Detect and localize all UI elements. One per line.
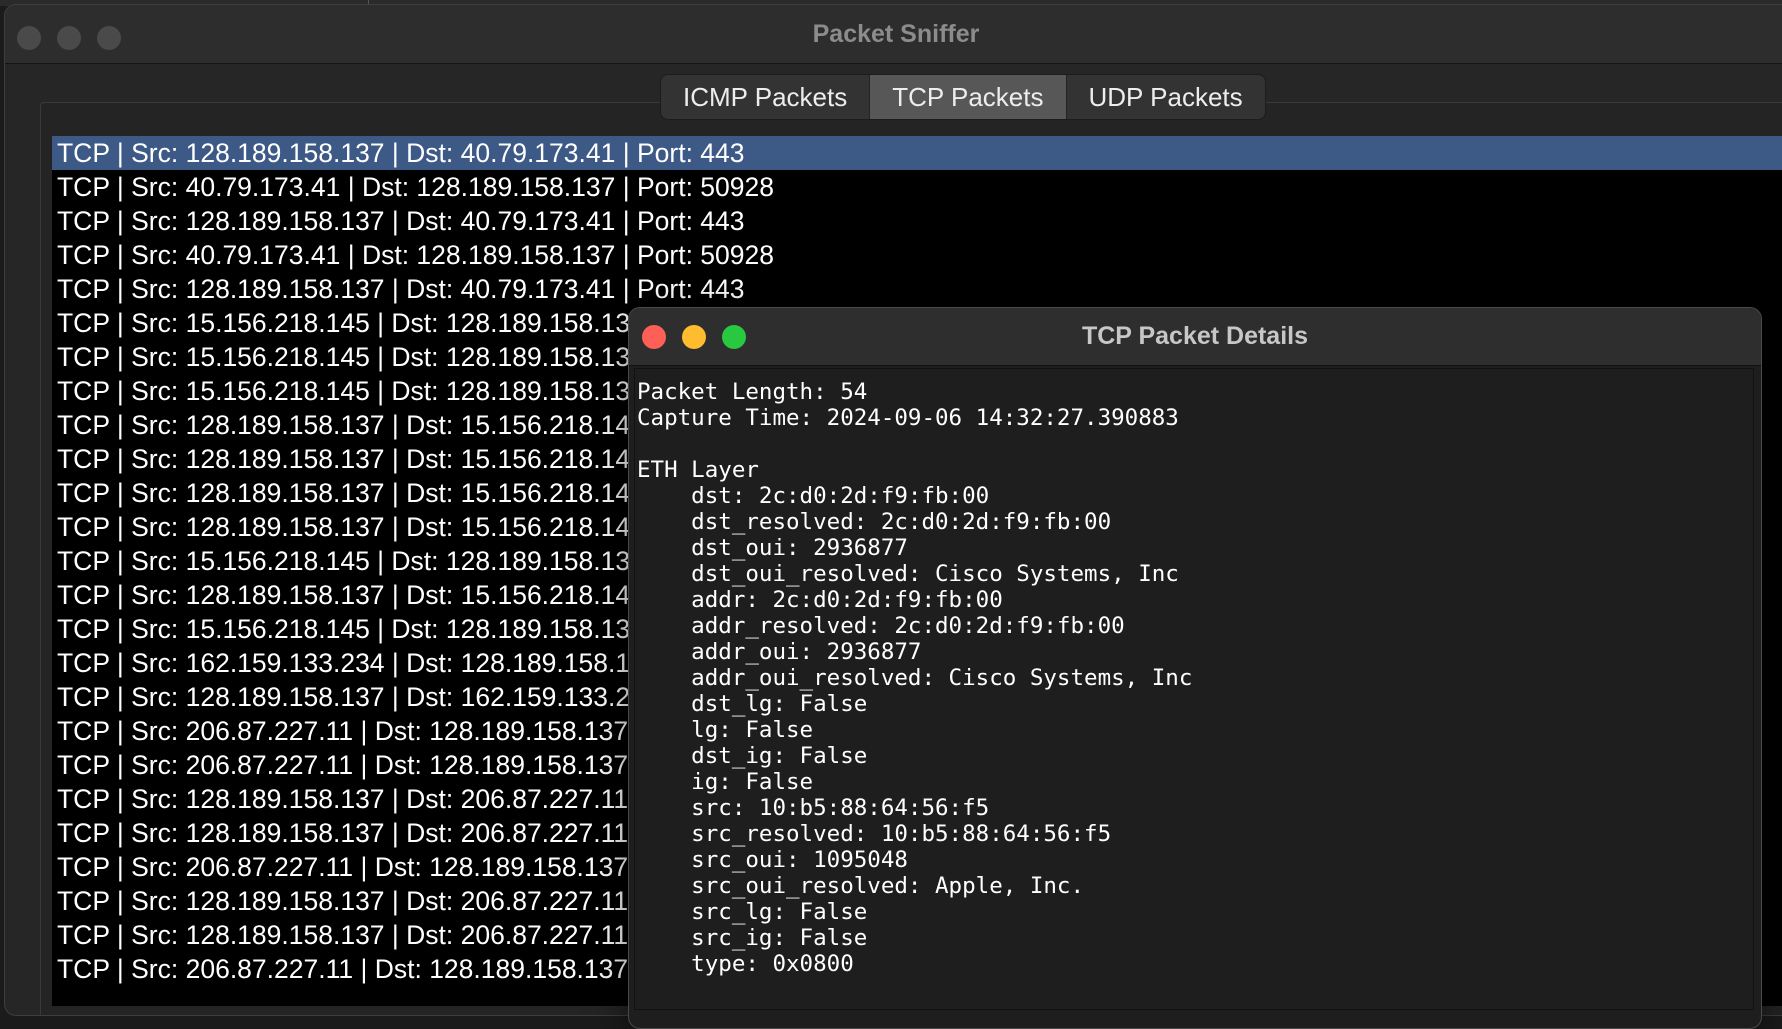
detail-line: src_lg: False [637, 899, 868, 925]
main-titlebar[interactable]: Packet Sniffer [5, 5, 1782, 64]
window-title: Packet Sniffer [812, 20, 980, 48]
packet-row[interactable]: TCP | Src: 40.79.173.41 | Dst: 128.189.1… [52, 170, 1782, 204]
detail-line: dst_oui: 2936877 [637, 535, 908, 561]
detail-line: src_resolved: 10:b5:88:64:56:f5 [637, 821, 1112, 847]
packet-details-text: Packet Length: 54 Capture Time: 2024-09-… [635, 369, 1753, 977]
detail-line: dst_lg: False [637, 691, 868, 717]
details-text-area[interactable]: Packet Length: 54 Capture Time: 2024-09-… [634, 368, 1754, 1010]
detail-line: lg: False [637, 717, 814, 743]
packet-row[interactable]: TCP | Src: 40.79.173.41 | Dst: 128.189.1… [52, 238, 1782, 272]
detail-line: dst_oui_resolved: Cisco Systems, Inc [637, 561, 1179, 587]
packet-row[interactable]: TCP | Src: 128.189.158.137 | Dst: 40.79.… [52, 204, 1782, 238]
detail-line: addr_resolved: 2c:d0:2d:f9:fb:00 [637, 613, 1125, 639]
detail-line: addr_oui_resolved: Cisco Systems, Inc [637, 665, 1193, 691]
detail-line: addr: 2c:d0:2d:f9:fb:00 [637, 587, 1003, 613]
details-title: TCP Packet Details [1081, 322, 1309, 350]
detail-line: Packet Length: 54 [637, 379, 868, 405]
detail-line: addr_oui: 2936877 [637, 639, 922, 665]
packet-row[interactable]: TCP | Src: 128.189.158.137 | Dst: 40.79.… [52, 136, 1782, 170]
tab-tcp-packets[interactable]: TCP Packets [870, 75, 1067, 119]
detail-line: src_oui_resolved: Apple, Inc. [637, 873, 1085, 899]
detail-line: src_oui: 1095048 [637, 847, 908, 873]
detail-line: Capture Time: 2024-09-06 14:32:27.390883 [637, 405, 1179, 431]
detail-line: src: 10:b5:88:64:56:f5 [637, 795, 990, 821]
tab-icmp-packets[interactable]: ICMP Packets [661, 75, 871, 119]
detail-line: dst: 2c:d0:2d:f9:fb:00 [637, 483, 990, 509]
detail-line: src_ig: False [637, 925, 868, 951]
detail-line: ig: False [637, 769, 814, 795]
tab-udp-packets[interactable]: UDP Packets [1067, 75, 1265, 119]
packet-row[interactable]: TCP | Src: 128.189.158.137 | Dst: 40.79.… [52, 272, 1782, 306]
details-titlebar[interactable]: TCP Packet Details [629, 308, 1761, 366]
detail-line: type: 0x0800 [637, 951, 854, 977]
detail-line: dst_resolved: 2c:d0:2d:f9:fb:00 [637, 509, 1112, 535]
detail-line: dst_ig: False [637, 743, 868, 769]
tab-bar: ICMP Packets TCP Packets UDP Packets [661, 75, 1265, 119]
detail-line: ETH Layer [637, 457, 759, 483]
tcp-packet-details-window: TCP Packet Details Packet Length: 54 Cap… [628, 307, 1762, 1029]
